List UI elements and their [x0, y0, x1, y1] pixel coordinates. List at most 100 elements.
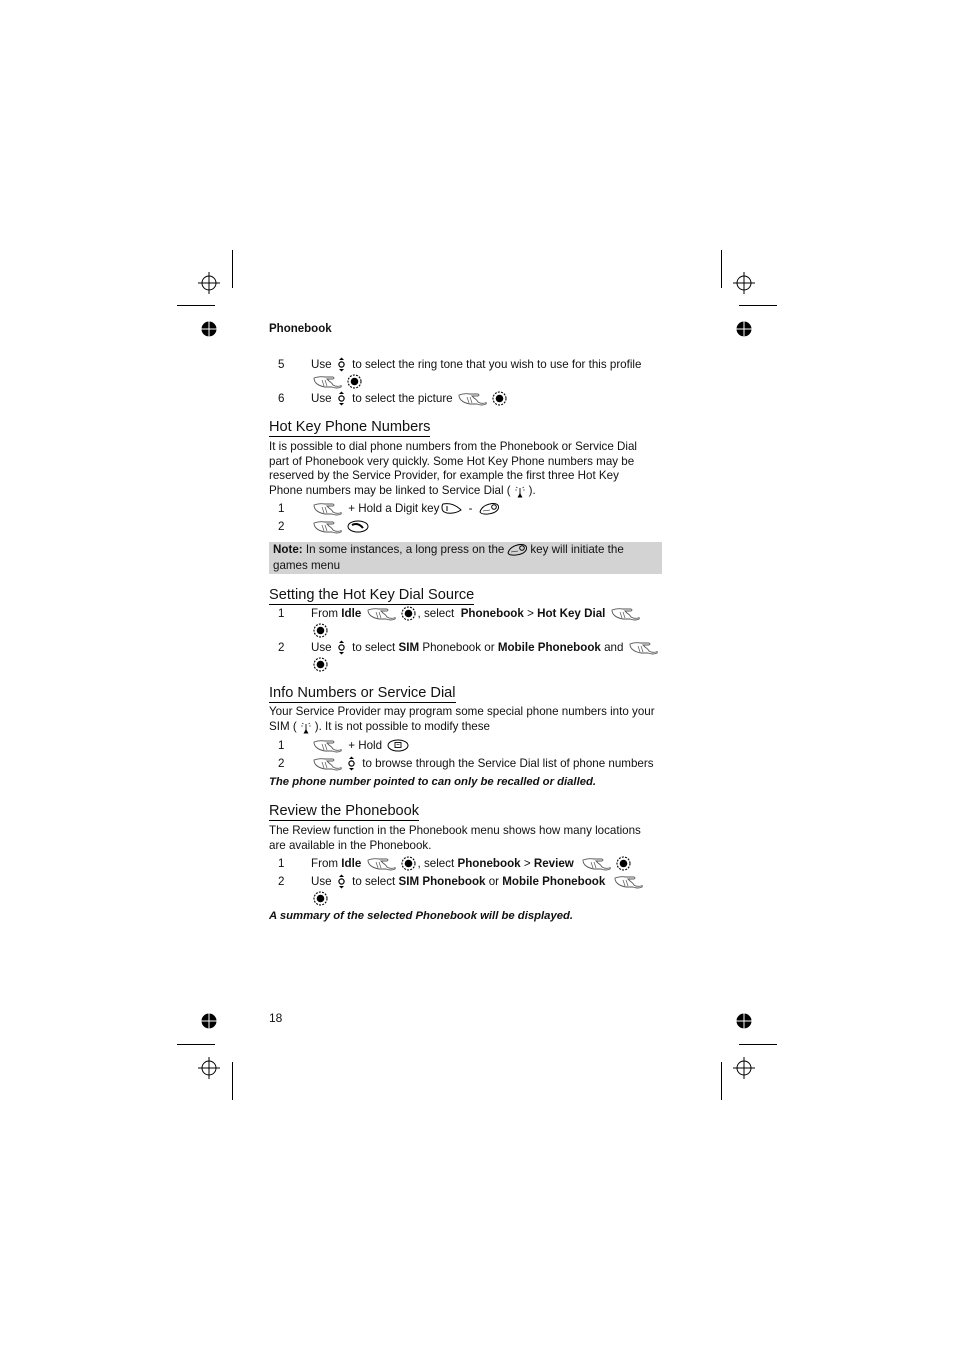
ok-select-key-icon [401, 606, 416, 621]
paragraph-text: Phone numbers may be linked to Service D… [269, 483, 511, 497]
paragraph-line: part of Phonebook very quickly. Some Hot… [269, 454, 635, 468]
step-text: to select [352, 641, 396, 654]
registration-dot-icon [201, 1013, 217, 1029]
registration-dot-icon [736, 1013, 752, 1029]
instruction-step: 1 + Hold a Digit key - [269, 500, 663, 517]
menu-press-hand-icon [458, 392, 488, 406]
crop-line [739, 305, 777, 306]
section-heading: Info Numbers or Service Dial [269, 685, 456, 703]
menu-term: Phonebook [457, 857, 521, 870]
paragraph-line: reserved by the Service Provider, for ex… [269, 469, 619, 482]
ok-select-key-icon [616, 856, 631, 871]
menu-press-hand-icon [367, 607, 397, 621]
menu-press-hand-icon [313, 739, 343, 753]
ok-select-key-icon [492, 391, 507, 406]
section-heading: Review the Phonebook [269, 803, 420, 821]
navigation-key-icon [337, 391, 346, 406]
menu-term: Mobile Phonebook [497, 641, 601, 654]
navigation-key-icon [337, 357, 346, 372]
step-text: Phonebook or [422, 641, 495, 654]
instruction-step: 1 + Hold [269, 737, 663, 754]
paragraph-line: Your Service Provider may program some s… [269, 705, 655, 718]
digit-9-key-icon [506, 543, 528, 556]
running-head: Phonebook [269, 323, 332, 335]
navigation-key-icon [337, 640, 346, 655]
registration-target-icon [733, 1057, 755, 1079]
paragraph-line: Phone numbers may be linked to Service D… [269, 484, 663, 499]
crop-line [721, 1062, 722, 1100]
step-text: or [488, 875, 500, 888]
menu-press-hand-icon [313, 520, 343, 534]
service-dial-antenna-icon [514, 484, 526, 498]
instruction-step: 2 [269, 518, 663, 535]
menu-separator: > [527, 607, 534, 620]
menu-press-hand-icon [614, 875, 644, 889]
step-number: 5 [278, 358, 285, 371]
instruction-step: 1 From Idle , select Phonebook > Hot Key… [269, 605, 663, 639]
step-number: 2 [278, 520, 285, 533]
step-text: From [311, 607, 339, 620]
footnote: The phone number pointed to can only be … [269, 776, 597, 788]
menu-press-hand-icon [367, 857, 397, 871]
menu-term: Idle [341, 857, 362, 870]
note-line: games menu [273, 558, 341, 572]
navigation-key-icon [347, 756, 356, 771]
registration-target-icon [198, 272, 220, 294]
instruction-step: 2 Use to select SIM Phonebook or Mobile … [269, 873, 663, 907]
menu-term: SIM [398, 641, 420, 654]
instruction-step: 2 Use to select SIM Phonebook or Mobile … [269, 639, 663, 673]
menu-term: Review [533, 857, 574, 870]
section-paragraph: It is possible to dial phone numbers fro… [269, 440, 663, 498]
registration-dot-icon [201, 321, 217, 337]
step-text: , select [417, 607, 455, 620]
paragraph-line: The Review function in the Phonebook men… [269, 824, 641, 837]
registration-target-icon [198, 1057, 220, 1079]
menu-term: Hot Key Dial [537, 607, 606, 620]
crop-line [721, 250, 722, 288]
step-text: + Hold a Digit key [348, 502, 440, 515]
range-dash: - [468, 502, 473, 515]
step-number: 1 [278, 502, 285, 515]
step-text: to browse through the Service Dial list … [362, 757, 654, 770]
ok-select-key-icon [313, 891, 328, 906]
ok-select-key-icon [313, 623, 328, 638]
ok-select-key-icon [401, 856, 416, 871]
note-text: In some instances, a long press on the [305, 543, 505, 556]
paragraph-line: It is possible to dial phone numbers fro… [269, 440, 637, 453]
step-text: From [311, 857, 339, 870]
section-heading: Setting the Hot Key Dial Source [269, 587, 475, 605]
menu-press-hand-icon [611, 607, 641, 621]
paragraph-text: ). [528, 483, 536, 497]
instruction-step: 5 Use to select the ring tone that you w… [269, 356, 663, 390]
step-text: Use [311, 392, 332, 405]
menu-separator: > [523, 857, 531, 870]
paragraph-text: SIM ( [269, 719, 297, 733]
step-number: 2 [278, 641, 285, 654]
registration-target-icon [733, 272, 755, 294]
step-number: 2 [278, 875, 285, 888]
note-text: key will initiate the [530, 543, 624, 556]
step-text: Use [311, 641, 332, 654]
menu-term: Mobile Phonebook [502, 875, 606, 888]
note-box: Note: In some instances, a long press on… [269, 542, 662, 574]
step-text: + Hold [348, 739, 383, 752]
section-paragraph: Your Service Provider may program some s… [269, 705, 663, 734]
page-number: 18 [269, 1011, 283, 1025]
section-paragraph: The Review function in the Phonebook men… [269, 824, 663, 853]
crop-line [232, 250, 233, 288]
registration-dot-icon [736, 321, 752, 337]
navigation-key-icon [337, 874, 346, 889]
crop-line [739, 1044, 777, 1045]
step-number: 6 [278, 392, 285, 405]
step-text: Use [311, 358, 332, 371]
step-number: 1 [278, 857, 285, 870]
menu-press-hand-icon [629, 641, 659, 655]
step-number: 2 [278, 757, 285, 770]
menu-press-hand-icon [313, 375, 343, 389]
step-text: to select the picture [352, 392, 453, 405]
step-text: , select [417, 857, 455, 870]
ok-select-key-icon [347, 374, 362, 389]
instruction-step: 6 Use to select the picture [269, 390, 663, 407]
step-text: and [604, 641, 624, 654]
service-dial-antenna-icon [300, 720, 312, 734]
